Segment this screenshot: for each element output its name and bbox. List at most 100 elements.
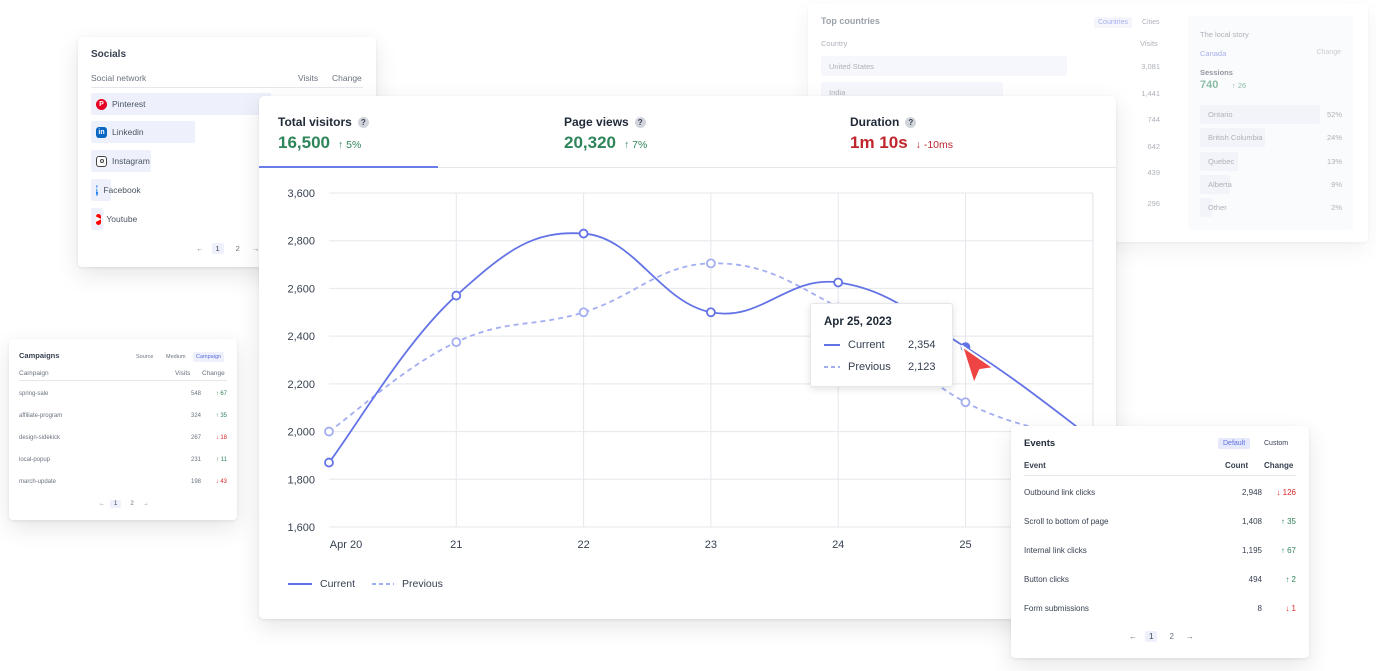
campaign-change: ↓ 43 <box>215 479 227 485</box>
social-label: Facebook <box>103 185 141 195</box>
local-story-region[interactable]: Canada <box>1200 49 1226 58</box>
event-row[interactable]: Outbound link clicks 2,948 ↓ 126 <box>1024 488 1296 502</box>
instagram-icon <box>96 155 107 167</box>
prev-page-icon[interactable]: ← <box>99 501 105 507</box>
region-row[interactable]: Other 2% <box>1200 198 1342 217</box>
visits-column-header: Visits <box>1140 39 1158 48</box>
local-story-panel: The local story Canada Change Sessions 7… <box>1188 16 1353 230</box>
tooltip-previous-value: 2,123 <box>908 361 936 373</box>
x-tick-label: Apr 20 <box>330 539 362 551</box>
social-label: Pinterest <box>112 99 146 109</box>
events-pagination: ← 1 2 → <box>1129 631 1194 642</box>
social-network-column-header: Social network <box>91 73 147 83</box>
region-label: Ontario <box>1208 110 1233 119</box>
sessions-value: 740 <box>1200 79 1219 91</box>
event-row[interactable]: Internal link clicks 1,195 ↑ 67 <box>1024 546 1296 560</box>
country-visits: 744 <box>1147 115 1160 124</box>
region-row[interactable]: Alberta 9% <box>1200 175 1342 194</box>
campaign-row[interactable]: march-update 198 ↓ 43 <box>19 479 227 491</box>
tab-countries[interactable]: Countries <box>1094 17 1132 28</box>
change-column-header: Change <box>332 73 362 83</box>
data-point-current <box>578 228 589 239</box>
social-row-facebook[interactable]: f Facebook <box>91 179 141 201</box>
tooltip-current-label: Current <box>848 339 885 351</box>
country-visits: 1,441 <box>1141 89 1160 98</box>
tooltip-previous-row: Previous 2,123 <box>824 361 936 373</box>
tab-campaign[interactable]: Campaign <box>193 352 225 362</box>
region-label: Alberta <box>1208 180 1232 189</box>
social-label: Linkedin <box>112 127 144 137</box>
event-row[interactable]: Form submissions 8 ↓ 1 <box>1024 604 1296 618</box>
tab-medium[interactable]: Medium <box>163 352 189 362</box>
sessions-delta: ↑ 26 <box>1232 81 1247 90</box>
local-story-change-header: Change <box>1316 49 1341 56</box>
prev-page-icon[interactable]: ← <box>1129 632 1137 641</box>
event-name: Button clicks <box>1024 575 1069 584</box>
social-row-youtube[interactable]: ▶ Youtube <box>91 208 137 230</box>
social-row-pinterest[interactable]: P Pinterest <box>91 93 271 115</box>
tab-source[interactable]: Source <box>133 352 156 362</box>
tab-cities[interactable]: Cities <box>1138 17 1164 28</box>
region-row[interactable]: Quebec 13% <box>1200 152 1342 171</box>
country-visits: 3,081 <box>1141 62 1160 71</box>
next-page-icon[interactable]: → <box>143 501 149 507</box>
country-column-header: Country <box>821 39 848 48</box>
page-2-button[interactable]: 2 <box>232 243 244 254</box>
social-row-linkedin[interactable]: in Linkedin <box>91 121 195 143</box>
country-visits: 642 <box>1147 142 1160 151</box>
page-1-button[interactable]: 1 <box>211 243 224 254</box>
campaign-name: march-update <box>19 479 57 485</box>
campaign-row[interactable]: affiliate-program 324 ↑ 35 <box>19 413 227 425</box>
campaign-change: ↑ 67 <box>215 391 227 397</box>
y-tick-label: 2,800 <box>287 236 315 248</box>
campaign-column-header: Campaign <box>19 370 49 377</box>
legend-previous[interactable]: Previous <box>372 578 443 590</box>
page-2-button[interactable]: 2 <box>126 500 137 508</box>
page-1-button[interactable]: 1 <box>1145 631 1158 642</box>
campaign-row[interactable]: local-popup 231 ↑ 11 <box>19 457 227 469</box>
page-2-button[interactable]: 2 <box>1165 631 1177 642</box>
campaign-row[interactable]: spring-sale 548 ↑ 67 <box>19 391 227 403</box>
region-label: Other <box>1208 203 1227 212</box>
event-change: ↓ 1 <box>1285 604 1296 613</box>
region-row[interactable]: British Columbia 24% <box>1200 128 1342 147</box>
legend-label: Current <box>320 578 356 590</box>
chart-tooltip: Apr 25, 2023 Current 2,354 Previous 2,12… <box>810 303 953 387</box>
y-tick-label: 1,600 <box>287 522 315 534</box>
event-change: ↑ 35 <box>1280 517 1296 526</box>
event-change: ↓ 126 <box>1276 488 1296 497</box>
region-label: British Columbia <box>1208 133 1263 142</box>
event-row[interactable]: Button clicks 494 ↑ 2 <box>1024 575 1296 589</box>
events-panel: Events Default Custom Event Count Change… <box>1011 426 1309 658</box>
legend-current[interactable]: Current <box>288 578 355 590</box>
prev-page-icon[interactable]: ← <box>196 244 204 253</box>
next-page-icon[interactable]: → <box>1186 632 1194 641</box>
country-row[interactable]: United States <box>821 56 1067 76</box>
country-visits: 296 <box>1147 199 1160 208</box>
tab-default[interactable]: Default <box>1218 438 1251 449</box>
page-1-button[interactable]: 1 <box>110 500 122 508</box>
event-column-header: Event <box>1024 461 1046 470</box>
tooltip-current-row: Current 2,354 <box>824 339 936 351</box>
region-label: Quebec <box>1208 157 1235 166</box>
country-visits: 439 <box>1147 168 1160 177</box>
tab-custom[interactable]: Custom <box>1259 438 1293 449</box>
legend-label: Previous <box>402 578 443 590</box>
region-row[interactable]: Ontario 52% <box>1200 105 1342 124</box>
event-count: 1,408 <box>1241 517 1262 526</box>
data-point-current <box>451 290 462 301</box>
campaigns-panel: Campaigns Source Medium Campaign Campaig… <box>9 339 237 520</box>
social-row-instagram[interactable]: Instagram <box>91 150 151 172</box>
data-point-current <box>833 277 844 288</box>
campaign-name: design-sidekick <box>19 435 61 441</box>
y-tick-label: 2,200 <box>287 379 315 391</box>
data-point-current <box>705 307 716 318</box>
region-pct: 2% <box>1331 203 1342 212</box>
data-point-previous <box>324 426 334 437</box>
data-point-previous <box>960 397 971 408</box>
event-name: Outbound link clicks <box>1024 488 1096 497</box>
campaign-row[interactable]: design-sidekick 267 ↓ 18 <box>19 435 227 447</box>
event-row[interactable]: Scroll to bottom of page 1,408 ↑ 35 <box>1024 517 1296 531</box>
data-point-previous <box>451 337 462 348</box>
linkedin-icon: in <box>96 126 107 138</box>
